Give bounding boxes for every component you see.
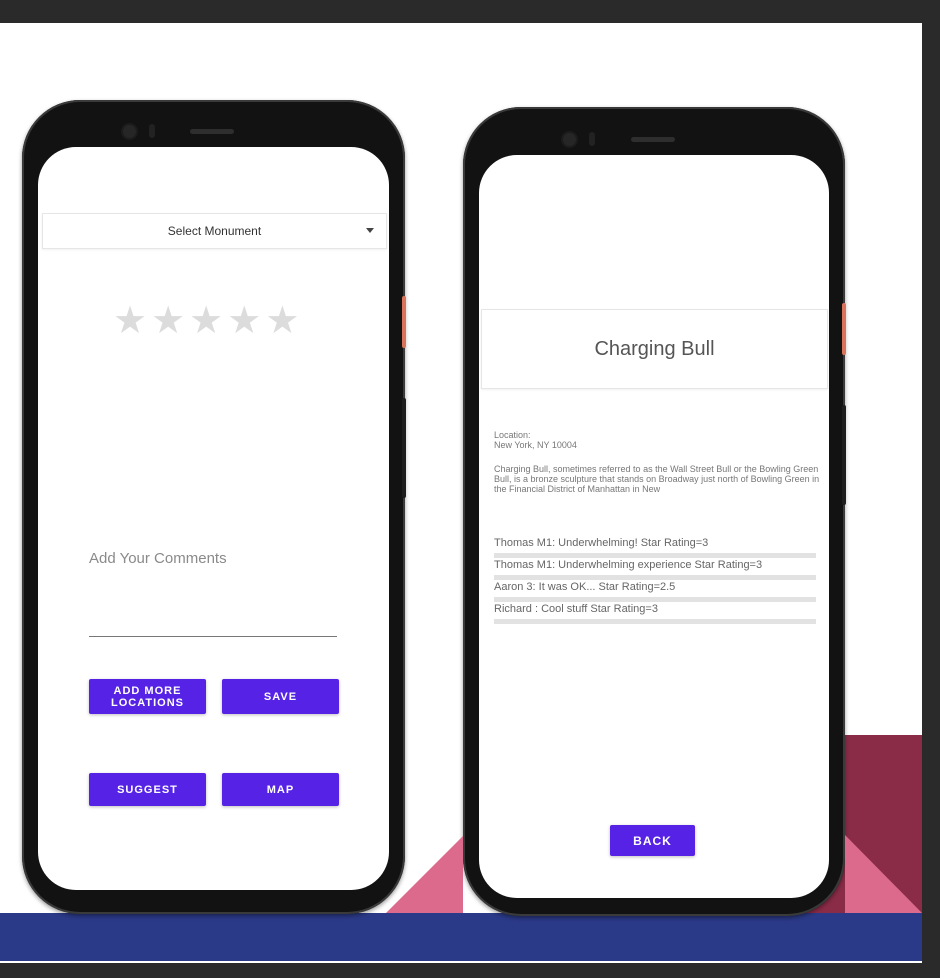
review-divider	[494, 597, 816, 602]
phone-left-sensor-icon	[149, 124, 155, 138]
phone-left-screen: Select Monument ★ ★ ★ ★ ★ Add Your Comme…	[38, 147, 389, 890]
star-icon[interactable]: ★	[113, 302, 147, 340]
review-item: Aaron 3: It was OK... Star Rating=2.5	[494, 581, 816, 602]
back-button[interactable]: BACK	[610, 825, 695, 856]
phone-right-camera-icon	[563, 133, 576, 146]
save-button[interactable]: SAVE	[222, 679, 339, 714]
review-item: Thomas M1: Underwhelming experience Star…	[494, 559, 816, 580]
phone-left-volume-button	[402, 398, 406, 498]
suggest-button[interactable]: SUGGEST	[89, 773, 206, 806]
star-icon[interactable]: ★	[189, 302, 223, 340]
phone-left-speaker	[190, 129, 234, 134]
slide: Select Monument ★ ★ ★ ★ ★ Add Your Comme…	[0, 23, 922, 963]
star-icon[interactable]: ★	[151, 302, 185, 340]
monument-title: Charging Bull	[481, 309, 828, 389]
add-more-locations-button[interactable]: ADD MORE LOCATIONS	[89, 679, 206, 714]
comment-input[interactable]: Add Your Comments	[89, 550, 227, 567]
review-divider	[494, 619, 816, 624]
phone-left-camera-icon	[123, 125, 136, 138]
phone-left-power-button	[402, 296, 406, 348]
location-value: New York, NY 10004	[494, 440, 577, 450]
star-icon[interactable]: ★	[265, 302, 299, 340]
add-more-label-line2: LOCATIONS	[111, 696, 184, 709]
review-divider	[494, 553, 816, 558]
map-button[interactable]: MAP	[222, 773, 339, 806]
comment-input-underline	[89, 636, 337, 637]
review-item: Richard : Cool stuff Star Rating=3	[494, 603, 816, 624]
chevron-down-icon[interactable]	[366, 228, 374, 233]
monument-description: Charging Bull, sometimes referred to as …	[494, 464, 820, 494]
phone-left: Select Monument ★ ★ ★ ★ ★ Add Your Comme…	[22, 100, 406, 914]
monument-select[interactable]: Select Monument	[42, 213, 387, 249]
monument-select-label: Select Monument	[167, 224, 262, 238]
review-text: Thomas M1: Underwhelming! Star Rating=3	[494, 537, 709, 549]
review-item: Thomas M1: Underwhelming! Star Rating=3	[494, 537, 816, 558]
star-icon[interactable]: ★	[227, 302, 261, 340]
phone-right-volume-button	[842, 405, 846, 505]
decor-blue-band	[0, 913, 922, 961]
star-rating[interactable]: ★ ★ ★ ★ ★	[113, 302, 299, 340]
phone-right-screen: Charging Bull Location: New York, NY 100…	[479, 155, 829, 898]
add-more-label-line1: ADD MORE	[113, 684, 182, 697]
review-divider	[494, 575, 816, 580]
location-label: Location:	[494, 430, 531, 440]
phone-right-sensor-icon	[589, 132, 595, 146]
review-text: Richard : Cool stuff Star Rating=3	[494, 603, 658, 615]
review-text: Thomas M1: Underwhelming experience Star…	[494, 559, 763, 571]
review-text: Aaron 3: It was OK... Star Rating=2.5	[494, 581, 676, 593]
phone-right: Charging Bull Location: New York, NY 100…	[463, 107, 846, 916]
phone-right-power-button	[842, 303, 846, 355]
phone-right-speaker	[631, 137, 675, 142]
